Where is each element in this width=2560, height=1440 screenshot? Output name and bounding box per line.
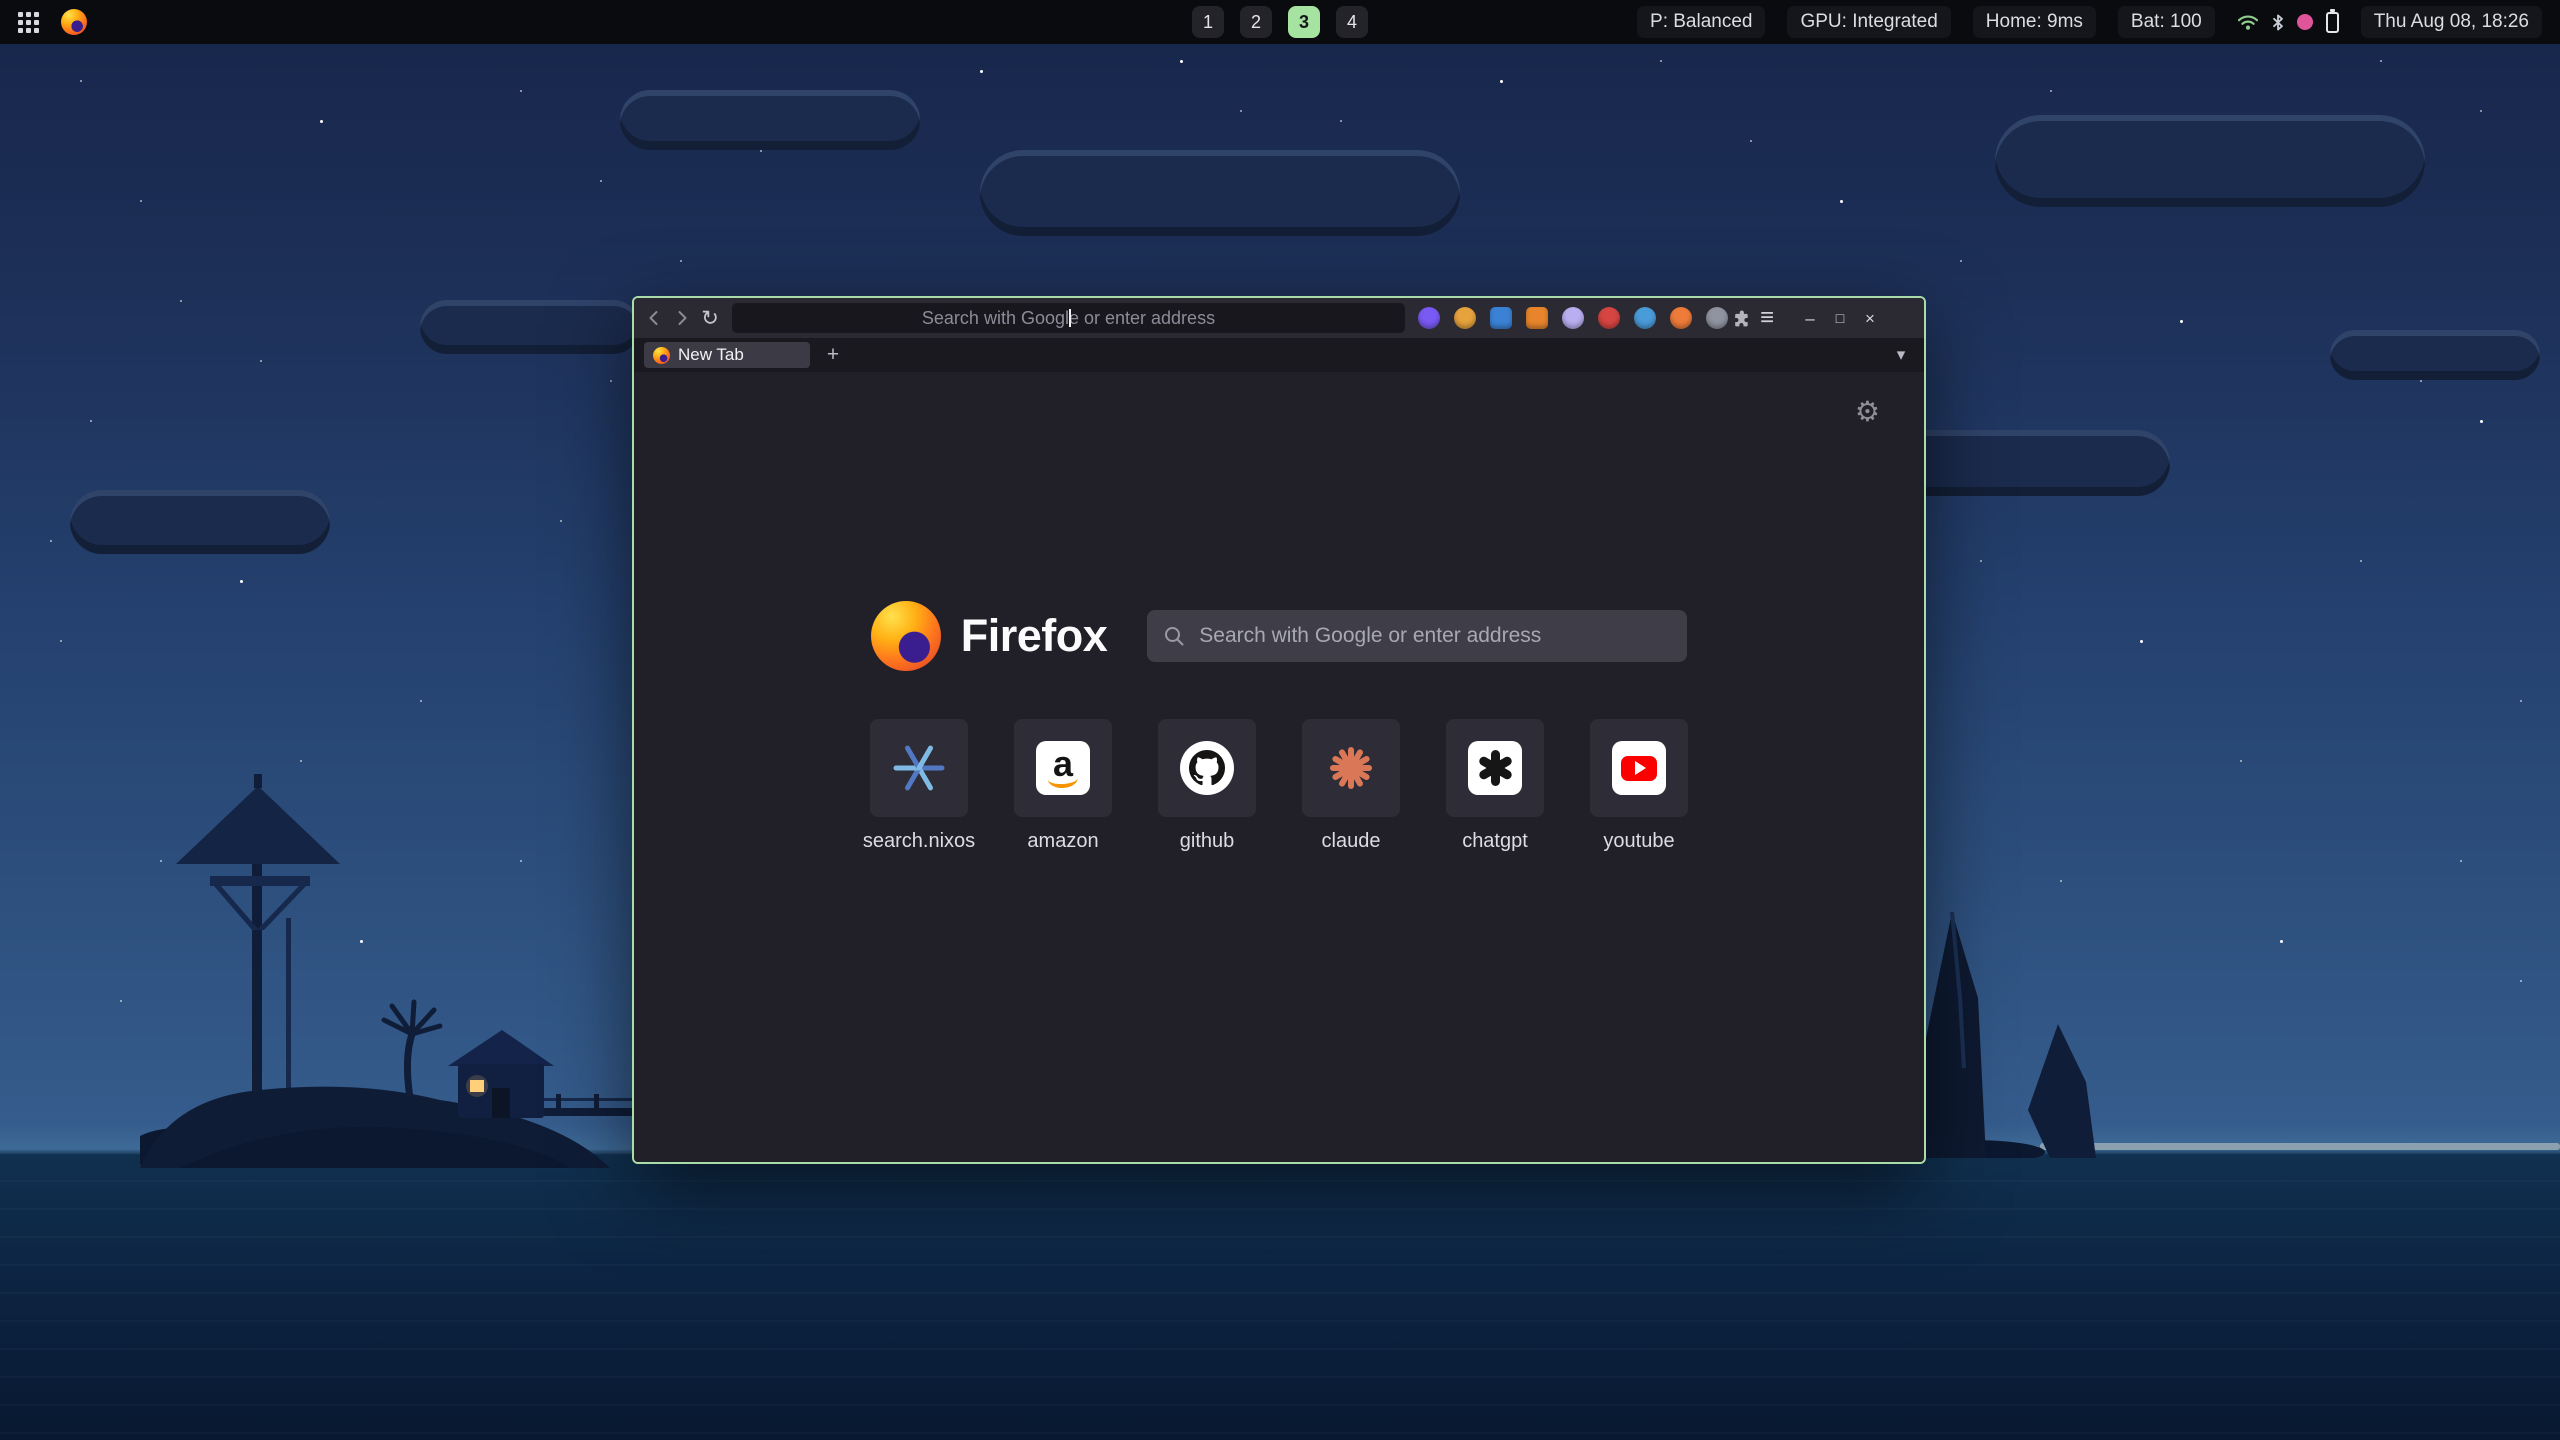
list-all-tabs-chevron-icon[interactable]: ▾ bbox=[1888, 345, 1914, 365]
status-bar-right: P: Balanced GPU: Integrated Home: 9ms Ba… bbox=[1637, 6, 2542, 38]
text-caret bbox=[1069, 309, 1071, 327]
extension-icon-8[interactable] bbox=[1670, 307, 1692, 329]
reload-button[interactable]: ↻ bbox=[696, 304, 724, 332]
extension-icon-3[interactable] bbox=[1490, 307, 1512, 329]
back-button[interactable] bbox=[640, 304, 668, 332]
menu-hamburger-icon[interactable]: ≡ bbox=[1754, 305, 1780, 331]
gpu-status: GPU: Integrated bbox=[1787, 6, 1950, 38]
status-bar-left bbox=[18, 9, 87, 35]
search-icon bbox=[1163, 625, 1185, 647]
app-launcher-icon[interactable] bbox=[18, 12, 39, 33]
extension-icon-2[interactable] bbox=[1454, 307, 1476, 329]
firefox-dock-icon[interactable] bbox=[61, 9, 87, 35]
shortcut-tile bbox=[1590, 719, 1688, 817]
workspace-1[interactable]: 1 bbox=[1192, 6, 1224, 38]
firefox-wordmark: Firefox bbox=[961, 610, 1108, 662]
shortcut-tile bbox=[1446, 719, 1544, 817]
wallpaper-cloud bbox=[1890, 430, 2170, 496]
extension-icons bbox=[1418, 307, 1728, 329]
wifi-icon[interactable] bbox=[2237, 13, 2259, 31]
tab-new-tab[interactable]: New Tab bbox=[644, 342, 810, 368]
newtab-settings-gear-icon[interactable]: ⚙ bbox=[1855, 398, 1880, 426]
wallpaper-cloud bbox=[980, 150, 1460, 236]
shortcut-label: github bbox=[1180, 830, 1235, 853]
shortcut-label: chatgpt bbox=[1462, 830, 1528, 853]
new-tab-page: ⚙ Firefox bbox=[634, 372, 1924, 1162]
minimize-button[interactable]: – bbox=[1796, 304, 1824, 332]
shortcut-chatgpt[interactable]: chatgpt bbox=[1446, 719, 1544, 853]
status-bar: 1 2 3 4 P: Balanced GPU: Integrated Home… bbox=[0, 0, 2560, 44]
github-octocat-icon bbox=[1180, 741, 1234, 795]
battery-status: Bat: 100 bbox=[2118, 6, 2215, 38]
browser-toolbar: ↻ ≡ – □ × bbox=[634, 298, 1924, 338]
newtab-search-input[interactable] bbox=[1197, 623, 1671, 649]
claude-starburst-icon bbox=[1324, 741, 1378, 795]
nixos-snowflake-icon bbox=[892, 741, 946, 795]
wallpaper-cloud bbox=[2330, 330, 2540, 380]
battery-icon[interactable] bbox=[2326, 12, 2339, 33]
forward-button[interactable] bbox=[668, 304, 696, 332]
wallpaper-sea bbox=[0, 1152, 2560, 1440]
extensions-puzzle-icon[interactable] bbox=[1728, 305, 1754, 331]
network-latency-status: Home: 9ms bbox=[1973, 6, 2096, 38]
youtube-play-icon bbox=[1612, 741, 1666, 795]
wallpaper-rocks bbox=[1900, 848, 2160, 1158]
shortcut-claude[interactable]: claude bbox=[1302, 719, 1400, 853]
shortcut-youtube[interactable]: youtube bbox=[1590, 719, 1688, 853]
firefox-window: ↻ ≡ – □ × New Tab bbox=[632, 296, 1926, 1164]
bluetooth-icon[interactable] bbox=[2272, 14, 2284, 31]
url-bar[interactable] bbox=[732, 303, 1405, 333]
window-controls: – □ × bbox=[1796, 304, 1884, 332]
extension-icon-7[interactable] bbox=[1634, 307, 1656, 329]
shortcut-github[interactable]: github bbox=[1158, 719, 1256, 853]
wallpaper-cloud bbox=[420, 300, 640, 354]
workspace-3-active[interactable]: 3 bbox=[1288, 6, 1320, 38]
extension-icon-4[interactable] bbox=[1526, 307, 1548, 329]
extension-icon-6[interactable] bbox=[1598, 307, 1620, 329]
shortcut-label: youtube bbox=[1603, 830, 1674, 853]
amazon-icon: a bbox=[1036, 741, 1090, 795]
close-button[interactable]: × bbox=[1856, 304, 1884, 332]
shortcut-label: search.nixos bbox=[863, 830, 975, 853]
shortcut-tile bbox=[870, 719, 968, 817]
workspace-4[interactable]: 4 bbox=[1336, 6, 1368, 38]
workspace-switcher: 1 2 3 4 bbox=[1192, 6, 1368, 38]
extension-icon-1[interactable] bbox=[1418, 307, 1440, 329]
tray-icon-magenta[interactable] bbox=[2297, 14, 2313, 30]
shortcut-tile: a bbox=[1014, 719, 1112, 817]
shortcut-tile bbox=[1302, 719, 1400, 817]
newtab-hero: Firefox bbox=[634, 601, 1924, 671]
shortcut-tile bbox=[1158, 719, 1256, 817]
tab-title: New Tab bbox=[678, 345, 744, 365]
power-profile-status: P: Balanced bbox=[1637, 6, 1765, 38]
shortcut-label: amazon bbox=[1027, 830, 1098, 853]
extension-icon-9[interactable] bbox=[1706, 307, 1728, 329]
wallpaper-cloud bbox=[1995, 115, 2425, 207]
tab-strip: New Tab + ▾ bbox=[634, 338, 1924, 372]
shortcut-amazon[interactable]: a amazon bbox=[1014, 719, 1112, 853]
shortcut-label: claude bbox=[1322, 830, 1381, 853]
shortcut-tiles: search.nixos a amazon bbox=[634, 719, 1924, 853]
extension-icon-5[interactable] bbox=[1562, 307, 1584, 329]
clock: Thu Aug 08, 18:26 bbox=[2361, 6, 2542, 38]
system-tray bbox=[2237, 12, 2339, 33]
maximize-button[interactable]: □ bbox=[1826, 304, 1854, 332]
wallpaper-cloud bbox=[620, 90, 920, 150]
tab-favicon-firefox bbox=[653, 347, 670, 364]
wallpaper-cloud bbox=[70, 490, 330, 554]
shortcut-search-nixos[interactable]: search.nixos bbox=[870, 719, 968, 853]
workspace-2[interactable]: 2 bbox=[1240, 6, 1272, 38]
newtab-search-bar[interactable] bbox=[1147, 610, 1687, 662]
new-tab-button[interactable]: + bbox=[820, 342, 846, 368]
chatgpt-openai-icon bbox=[1468, 741, 1522, 795]
firefox-logo bbox=[871, 601, 941, 671]
